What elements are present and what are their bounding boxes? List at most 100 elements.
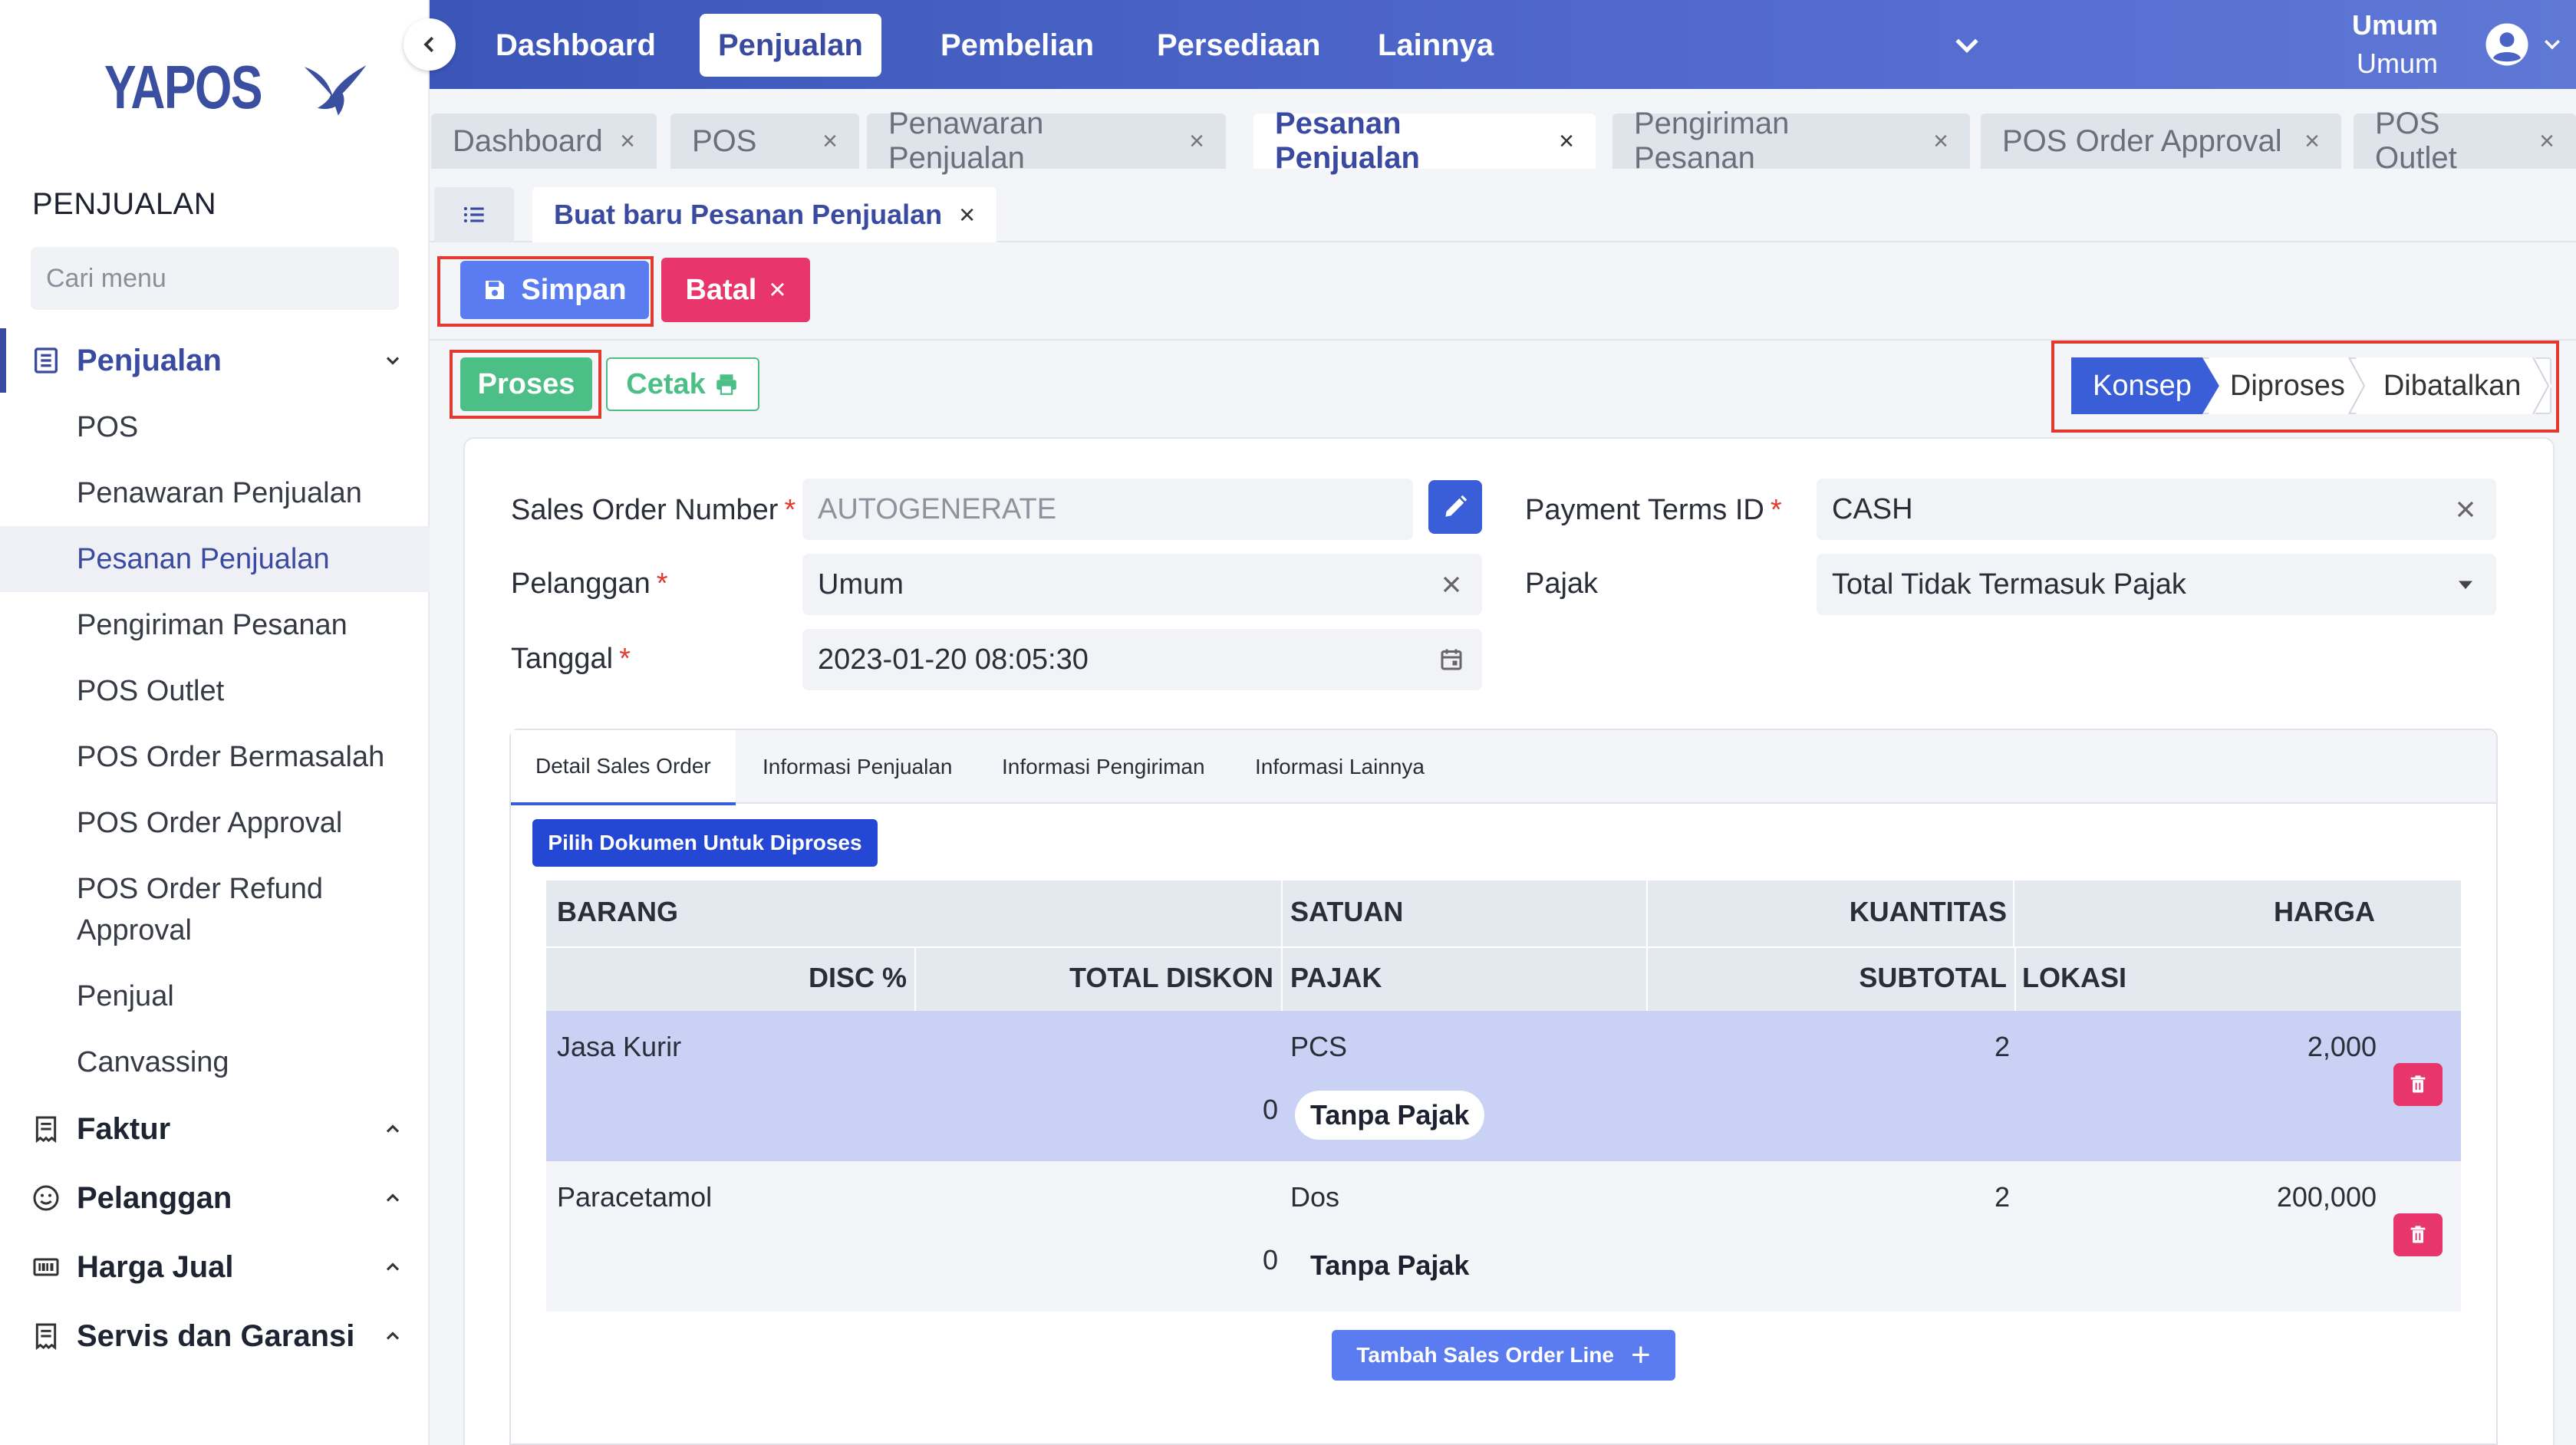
close-icon[interactable]: ×: [2304, 127, 2320, 156]
customer-label: Pelanggan *: [511, 568, 668, 601]
sidebar-collapse-button[interactable]: [404, 18, 456, 71]
plus-icon: +: [1630, 1336, 1651, 1374]
chevron-separator-icon: [2532, 357, 2550, 414]
table-row[interactable]: [546, 1011, 2461, 1161]
user-info[interactable]: Umum Umum: [2352, 6, 2438, 83]
cell-item: Paracetamol: [557, 1181, 713, 1213]
calendar-icon[interactable]: [1438, 646, 1465, 673]
tab-pos[interactable]: POS ×: [670, 114, 859, 169]
sidebar-group-harga-jual[interactable]: Harga Jual: [0, 1235, 430, 1299]
tab-informasi-pengiriman[interactable]: Informasi Pengiriman: [977, 730, 1230, 804]
close-icon[interactable]: ×: [959, 199, 975, 231]
tab-buat-baru-pesanan-penjualan[interactable]: Buat baru Pesanan Penjualan ×: [532, 187, 997, 242]
sidebar-item-pos-order-bermasalah[interactable]: POS Order Bermasalah: [77, 736, 384, 778]
add-sales-order-line-button[interactable]: Tambah Sales Order Line +: [1332, 1330, 1675, 1381]
clear-icon[interactable]: [2452, 495, 2479, 523]
close-icon[interactable]: ×: [2539, 127, 2555, 156]
caret-down-icon[interactable]: [2452, 571, 2479, 598]
sales-order-number-label: Sales Order Number *: [511, 494, 796, 527]
top-nav-lainnya[interactable]: Lainnya: [1359, 14, 1512, 77]
tab-penawaran-penjualan[interactable]: Penawaran Penjualan ×: [867, 107, 1226, 175]
tax-select[interactable]: Total Tidak Termasuk Pajak: [1817, 554, 2496, 615]
tax-select-value: Total Tidak Termasuk Pajak: [1832, 568, 2186, 601]
payment-terms-value: CASH: [1832, 492, 1913, 525]
tab-pos-order-approval[interactable]: POS Order Approval ×: [1981, 114, 2341, 169]
sidebar-item-penawaran-penjualan[interactable]: Penawaran Penjualan: [77, 472, 362, 514]
sidebar-group-penjualan[interactable]: Penjualan: [0, 328, 430, 393]
cancel-button[interactable]: Batal ×: [661, 258, 810, 322]
sidebar-item-pesanan-penjualan[interactable]: Pesanan Penjualan: [77, 538, 330, 580]
top-nav-penjualan[interactable]: Penjualan: [700, 14, 881, 77]
top-nav-dashboard[interactable]: Dashboard: [477, 14, 674, 77]
sidebar-item-pos-order-approval[interactable]: POS Order Approval: [77, 802, 342, 844]
tab-informasi-penjualan[interactable]: Informasi Penjualan: [738, 730, 977, 804]
tax-tag[interactable]: Tanpa Pajak: [1295, 1091, 1485, 1140]
sidebar-section-title: PENJUALAN: [32, 187, 217, 221]
sidebar-group-pelanggan[interactable]: Pelanggan: [0, 1166, 430, 1230]
tab-pengiriman-pesanan[interactable]: Pengiriman Pesanan ×: [1612, 107, 1970, 175]
column-header-total-diskon: TOTAL DISKON: [1069, 962, 1273, 993]
menu-search-input[interactable]: [46, 263, 386, 294]
sidebar-item-penjual[interactable]: Penjual: [77, 976, 174, 1017]
save-button[interactable]: Simpan: [460, 261, 649, 319]
chevron-down-icon[interactable]: [1950, 28, 1984, 61]
chevron-up-icon: [386, 1262, 400, 1271]
tab-label: Penawaran Penjualan: [888, 107, 1044, 175]
document-list-button[interactable]: [434, 187, 514, 242]
tab-pos-outlet[interactable]: POS Outlet ×: [2354, 107, 2576, 175]
cell-quantity: 2: [1994, 1031, 2010, 1062]
column-divider: [1281, 880, 1283, 1011]
user-avatar-icon[interactable]: [2484, 21, 2530, 67]
close-icon[interactable]: ×: [822, 127, 838, 156]
chevron-down-icon: [386, 357, 400, 365]
sidebar-item-pos-order-refund[interactable]: POS Order Refund: [77, 868, 323, 910]
tab-label: POS: [692, 123, 757, 158]
delete-row-button[interactable]: [2393, 1063, 2443, 1106]
tab-label: POS Order Approval: [2002, 123, 2282, 158]
close-icon[interactable]: ×: [1559, 127, 1574, 156]
sales-order-number-input[interactable]: AUTOGENERATE: [802, 479, 1413, 540]
sidebar-item-pos-outlet[interactable]: POS Outlet: [77, 670, 224, 712]
sidebar-item-canvassing[interactable]: Canvassing: [77, 1042, 229, 1083]
tab-detail-sales-order[interactable]: Detail Sales Order: [511, 730, 736, 805]
sidebar-group-servis-dan-garansi[interactable]: Servis dan Garansi: [0, 1304, 430, 1368]
sidebar-group-label: Faktur: [77, 1111, 171, 1146]
top-nav-persediaan[interactable]: Persediaan: [1138, 14, 1339, 77]
date-label: Tanggal *: [511, 643, 631, 676]
close-icon[interactable]: ×: [1933, 127, 1948, 156]
delete-row-button[interactable]: [2393, 1213, 2443, 1256]
tab-pesanan-penjualan[interactable]: Pesanan Penjualan ×: [1253, 107, 1596, 175]
tab-informasi-lainnya[interactable]: Informasi Lainnya: [1230, 730, 1449, 804]
chevron-down-icon[interactable]: [2541, 32, 2564, 55]
close-icon[interactable]: ×: [620, 127, 635, 156]
yapos-logo[interactable]: YAPOS: [104, 51, 372, 124]
top-nav-pembelian[interactable]: Pembelian: [922, 14, 1112, 77]
process-button[interactable]: Proses: [460, 357, 592, 411]
customer-field[interactable]: Umum: [802, 554, 1482, 615]
cell-item: Jasa Kurir: [557, 1031, 682, 1062]
select-document-button[interactable]: Pilih Dokumen Untuk Diproses: [532, 819, 878, 867]
field-label-text: Sales Order Number: [511, 494, 779, 526]
logo-text: YAPOS: [104, 53, 262, 121]
tab-label: Pengiriman Pesanan: [1634, 107, 1790, 175]
sidebar-group-faktur[interactable]: Faktur: [0, 1097, 430, 1161]
document-tabs-bar: Buat baru Pesanan Penjualan ×: [430, 167, 2576, 242]
column-header-satuan: SATUAN: [1290, 896, 1404, 927]
close-icon[interactable]: ×: [1189, 127, 1204, 156]
payment-terms-field[interactable]: CASH: [1817, 479, 2496, 540]
column-divider: [1646, 880, 1648, 1011]
sidebar-item-pos[interactable]: POS: [77, 407, 138, 448]
floppy-disk-icon: [486, 281, 505, 299]
tax-tag[interactable]: Tanpa Pajak: [1295, 1241, 1484, 1290]
table-row[interactable]: [546, 1161, 2461, 1312]
sidebar-item-pengiriman-pesanan[interactable]: Pengiriman Pesanan: [77, 604, 348, 646]
print-button[interactable]: Cetak: [606, 357, 759, 411]
tab-dashboard[interactable]: Dashboard ×: [431, 114, 657, 169]
edit-number-button[interactable]: [1428, 480, 1482, 534]
sidebar-item-pos-order-refund-line2[interactable]: Approval: [77, 910, 192, 951]
clear-icon[interactable]: [1438, 571, 1465, 598]
date-field[interactable]: 2023-01-20 08:05:30: [802, 629, 1482, 690]
cell-price: 200,000: [2276, 1181, 2377, 1213]
menu-search-box[interactable]: [31, 247, 399, 310]
save-button-label: Simpan: [521, 273, 627, 306]
